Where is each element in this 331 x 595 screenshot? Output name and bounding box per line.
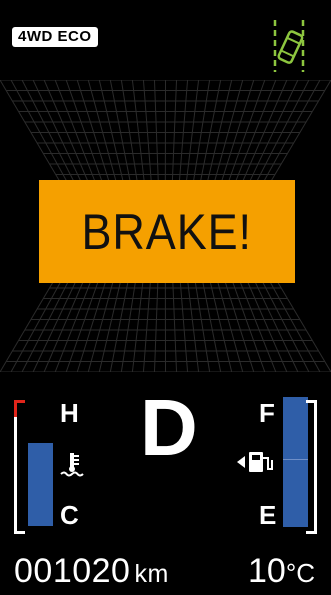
- temperature-high-label: H: [60, 398, 79, 428]
- fuel-empty-label: E: [259, 500, 277, 530]
- temperature-gauge-fill: [28, 443, 53, 526]
- outside-temperature: 10°C: [248, 552, 315, 591]
- odometer-unit: km: [134, 560, 169, 588]
- brake-warning: BRAKE!: [39, 180, 295, 283]
- outside-temperature-unit: °C: [285, 558, 316, 588]
- brake-warning-text: BRAKE!: [81, 203, 253, 260]
- gear-indicator: D: [140, 383, 198, 472]
- odometer-readout: 001020 km: [14, 552, 169, 591]
- fuel-gauge-frame: [306, 400, 317, 534]
- hot-zone-marker: [14, 400, 25, 417]
- outside-temperature-value: 10: [248, 552, 286, 590]
- fuel-gauge-fill: [283, 397, 308, 527]
- odometer-value: 001020: [14, 552, 131, 590]
- coolant-temperature-icon: [60, 453, 84, 477]
- temperature-gauge-frame: [14, 400, 25, 534]
- lane-departure-car-icon: [273, 20, 305, 72]
- fuel-full-label: F: [259, 398, 275, 428]
- temperature-low-label: C: [60, 500, 79, 530]
- fuel-pump-icon: [237, 452, 273, 472]
- drive-mode-badge: 4WD ECO: [12, 27, 98, 47]
